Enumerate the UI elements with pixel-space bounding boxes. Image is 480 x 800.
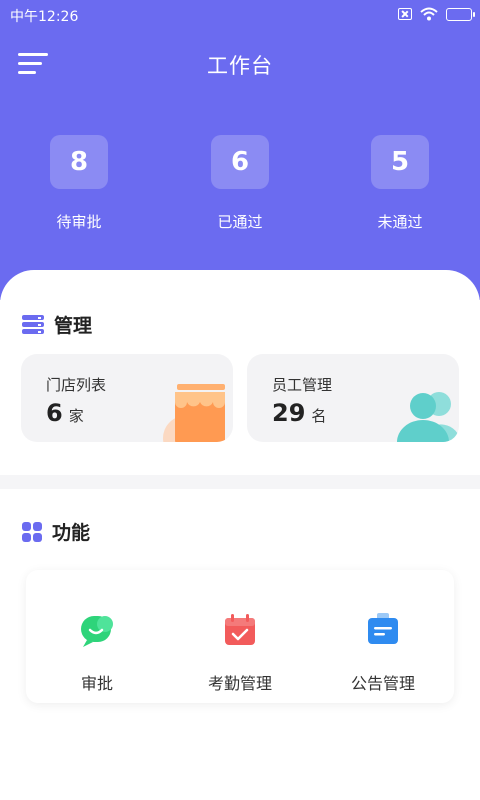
stat-rejected-value: 5 (371, 135, 429, 189)
section-divider (0, 475, 480, 489)
approval-icon (81, 616, 113, 647)
status-time: 中午12:26 (10, 9, 79, 25)
store-count: 6 家 (46, 399, 84, 427)
stat-pending-value: 8 (50, 135, 108, 189)
header: 中午12:26 工作台 8 待审批 6 已通过 5 未通过 (0, 0, 480, 300)
stat-pending[interactable]: 8 待审批 (19, 135, 139, 232)
staff-management-title: 员工管理 (272, 376, 333, 394)
staff-count-unit: 名 (311, 407, 327, 425)
store-list-card[interactable]: 门店列表 6 家 (21, 354, 233, 442)
functions-section-title: 功能 (22, 518, 90, 545)
calendar-icon (225, 614, 255, 645)
approval-label: 审批 (80, 674, 113, 693)
notice-icon (368, 613, 398, 644)
battery-charging-icon (446, 7, 475, 21)
stat-pending-label: 待审批 (56, 213, 102, 231)
approval-function[interactable]: 审批 (26, 610, 168, 694)
functions-title: 功能 (52, 522, 91, 544)
staff-management-card[interactable]: 员工管理 29 名 (247, 354, 459, 442)
status-bar: 中午12:26 (0, 0, 480, 30)
attendance-label: 考勤管理 (207, 674, 272, 693)
grid-icon (22, 521, 42, 542)
stat-approved[interactable]: 6 已通过 (180, 135, 300, 232)
management-title: 管理 (54, 315, 93, 337)
sim-off-icon (398, 8, 412, 20)
store-count-value: 6 (46, 399, 63, 427)
staff-count-value: 29 (272, 399, 306, 427)
notice-function[interactable]: 公告管理 (312, 610, 454, 694)
store-icon (163, 384, 225, 442)
staff-count: 29 名 (272, 399, 326, 427)
stat-approved-value: 6 (211, 135, 269, 189)
status-icons (398, 7, 475, 21)
stat-rejected-label: 未通过 (377, 213, 423, 231)
wifi-icon (420, 7, 438, 21)
server-icon (22, 314, 44, 335)
management-section-title: 管理 (22, 311, 92, 338)
page-title: 工作台 (207, 54, 273, 78)
attendance-function[interactable]: 考勤管理 (169, 610, 311, 694)
notice-label: 公告管理 (350, 674, 415, 693)
store-list-title: 门店列表 (46, 376, 107, 394)
stat-rejected[interactable]: 5 未通过 (340, 135, 460, 232)
stat-approved-label: 已通过 (217, 213, 263, 231)
functions-card: 审批 考勤管理 公告管理 (26, 570, 454, 703)
users-icon (397, 392, 459, 442)
store-count-unit: 家 (68, 407, 84, 425)
